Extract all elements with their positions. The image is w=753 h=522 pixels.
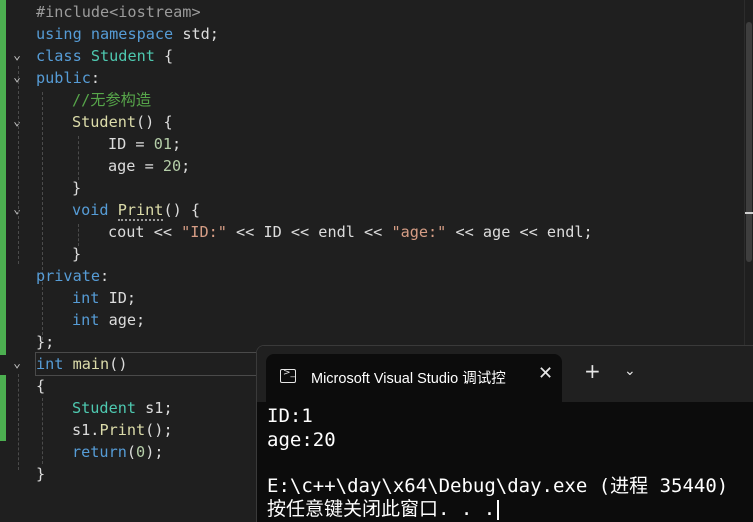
code-token: using bbox=[36, 25, 82, 43]
code-token: 01 bbox=[153, 135, 173, 153]
fold-chevron-icon[interactable]: ⌄ bbox=[10, 115, 24, 129]
indent-guide bbox=[18, 66, 19, 264]
code-line[interactable]: void Print() { bbox=[72, 199, 200, 221]
code-token: ID; bbox=[99, 289, 137, 307]
fold-chevron-icon[interactable]: ⌄ bbox=[10, 71, 24, 85]
code-token: () { bbox=[163, 201, 201, 219]
code-token: age; bbox=[99, 311, 146, 329]
console-prompt-line: 按任意键关闭此窗口. . . bbox=[267, 497, 500, 521]
code-token: }; bbox=[36, 333, 55, 351]
console-output-line: E:\c++\day\x64\Debug\day.exe (进程 35440) bbox=[267, 475, 729, 497]
code-token: #include<iostream> bbox=[36, 3, 201, 21]
fold-chevron-icon[interactable]: ⌄ bbox=[10, 357, 24, 371]
code-line[interactable]: return(0); bbox=[72, 441, 163, 463]
console-tab-title: Microsoft Visual Studio 调试控 bbox=[311, 371, 506, 387]
indent-guide bbox=[78, 136, 79, 180]
console-tab[interactable]: >_ Microsoft Visual Studio 调试控 ✕ bbox=[266, 354, 562, 402]
code-token: ( bbox=[126, 443, 137, 461]
code-token: int bbox=[72, 289, 100, 307]
code-token: : bbox=[100, 267, 110, 285]
code-string: "ID:" bbox=[181, 223, 227, 241]
close-icon[interactable]: ✕ bbox=[538, 363, 553, 384]
code-line[interactable]: //无参构造 bbox=[72, 89, 151, 111]
fold-chevron-icon[interactable]: ⌄ bbox=[10, 203, 24, 217]
code-token: ; bbox=[172, 135, 182, 153]
code-line[interactable]: s1.Print(); bbox=[72, 419, 173, 441]
code-line[interactable]: public: bbox=[36, 67, 100, 89]
code-comment: //无参构造 bbox=[72, 91, 152, 109]
code-line[interactable]: ID = 01; bbox=[108, 133, 181, 155]
code-line[interactable]: class Student { bbox=[36, 45, 173, 67]
console-output-text: 按任意键关闭此窗口. . . bbox=[267, 498, 496, 520]
console-titlebar[interactable]: >_ Microsoft Visual Studio 调试控 ✕ + ⌄ bbox=[257, 346, 753, 402]
code-token: cout << bbox=[108, 223, 182, 241]
code-token: 20 bbox=[162, 157, 182, 175]
code-line[interactable]: age = 20; bbox=[108, 155, 190, 177]
code-token: << age << endl; bbox=[446, 223, 593, 241]
chevron-down-icon[interactable]: ⌄ bbox=[624, 363, 636, 379]
debug-console-window[interactable]: >_ Microsoft Visual Studio 调试控 ✕ + ⌄ ID:… bbox=[256, 345, 753, 522]
change-indicator bbox=[0, 375, 6, 441]
code-token: s1. bbox=[72, 421, 100, 439]
scrollbar-thumb[interactable] bbox=[746, 22, 752, 262]
code-line[interactable]: } bbox=[36, 463, 45, 485]
code-token: class bbox=[36, 47, 82, 65]
console-output-line: ID:1 bbox=[267, 405, 313, 427]
code-token: int bbox=[72, 311, 100, 329]
code-token: ID = bbox=[108, 135, 154, 153]
code-line[interactable]: } bbox=[72, 243, 81, 265]
code-line[interactable]: using namespace std; bbox=[36, 23, 219, 45]
code-token: << ID << endl << bbox=[226, 223, 392, 241]
scrollbar-caret-marker bbox=[745, 212, 753, 214]
code-token: s1; bbox=[136, 399, 173, 417]
code-token: 0 bbox=[136, 443, 146, 461]
indent-guide bbox=[18, 374, 19, 470]
terminal-icon: >_ bbox=[280, 368, 296, 383]
code-token: () bbox=[109, 355, 128, 373]
change-indicator bbox=[0, 0, 6, 355]
code-line[interactable]: } bbox=[72, 177, 81, 199]
code-token: (); bbox=[145, 421, 173, 439]
code-token: return bbox=[72, 443, 127, 461]
code-token: void bbox=[72, 201, 109, 219]
code-token: () { bbox=[136, 113, 173, 131]
code-token: ); bbox=[145, 443, 164, 461]
code-token: Student bbox=[72, 399, 137, 417]
code-token: ; bbox=[181, 157, 191, 175]
fold-chevron-icon[interactable]: ⌄ bbox=[10, 49, 24, 63]
code-line[interactable]: int ID; bbox=[72, 287, 136, 309]
new-tab-plus-icon[interactable]: + bbox=[584, 361, 601, 381]
code-token: namespace bbox=[90, 25, 174, 43]
code-token: Student bbox=[72, 113, 137, 131]
code-token: age = bbox=[108, 157, 163, 175]
code-line-current[interactable]: int main() bbox=[35, 352, 257, 376]
code-string: "age:" bbox=[391, 223, 447, 241]
console-output-line: age:20 bbox=[267, 429, 336, 451]
code-token: Print bbox=[117, 201, 164, 221]
code-token: { bbox=[154, 47, 174, 65]
code-line[interactable]: Student s1; bbox=[72, 397, 173, 419]
code-line[interactable]: cout << "ID:" << ID << endl << "age:" <<… bbox=[108, 221, 593, 243]
indent-guide bbox=[42, 92, 43, 340]
code-line[interactable]: }; bbox=[36, 331, 54, 353]
indent-guide bbox=[42, 398, 43, 464]
code-token: Student bbox=[90, 47, 155, 65]
code-token: } bbox=[72, 179, 82, 197]
code-line[interactable]: int age; bbox=[72, 309, 145, 331]
code-token: public bbox=[36, 69, 91, 87]
code-token: std; bbox=[173, 25, 219, 43]
text-cursor bbox=[497, 499, 500, 520]
code-token: int bbox=[36, 355, 64, 373]
code-line[interactable]: #include<iostream> bbox=[36, 1, 201, 23]
code-token: { bbox=[36, 377, 46, 395]
code-line[interactable]: { bbox=[36, 375, 45, 397]
code-token: main bbox=[72, 355, 110, 373]
code-line[interactable]: Student() { bbox=[72, 111, 173, 133]
code-line[interactable]: private: bbox=[36, 265, 109, 287]
code-token: Print bbox=[99, 421, 146, 439]
code-token: } bbox=[72, 245, 82, 263]
code-token: } bbox=[36, 465, 46, 483]
code-token: : bbox=[90, 69, 101, 87]
code-token: private bbox=[36, 267, 101, 285]
